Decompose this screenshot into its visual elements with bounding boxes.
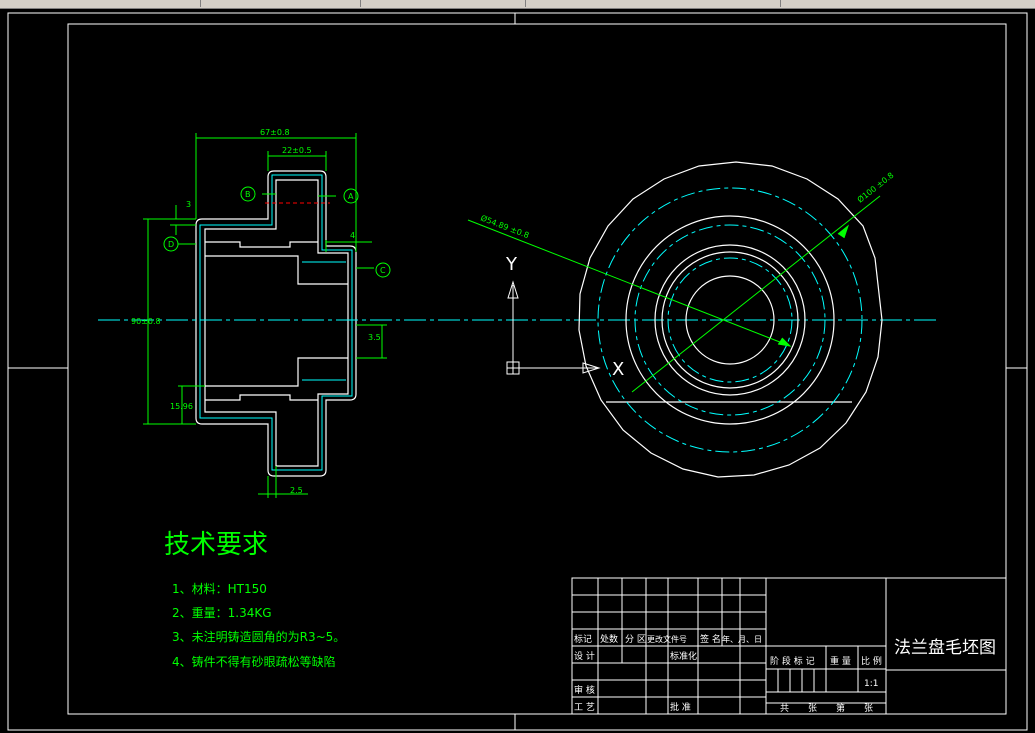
dim-dia-small: Ø54.89 ±0.8: [479, 213, 530, 241]
tb-scale-header: 比 例: [861, 655, 882, 667]
tb-scale-value: 1:1: [864, 679, 878, 689]
datum-b-label: B: [245, 190, 251, 199]
tech-requirement-2: 2、重量：1.34KG: [172, 606, 272, 620]
dim-3-5: 3.5: [368, 333, 381, 342]
section-outline: [195, 170, 357, 477]
tech-requirement-3: 3、未注明铸造圆角的为R3~5。: [172, 629, 345, 644]
tech-requirements-heading: 技术要求: [164, 530, 268, 560]
tb-weight-header: 重 量: [830, 655, 851, 667]
tb-review: 审 核: [574, 684, 595, 696]
tb-design: 设 计: [574, 650, 595, 662]
tb-sheet-total-suffix: 张: [808, 703, 817, 714]
tb-stage-header: 阶 段 标 记: [770, 655, 815, 667]
toolbar-segment[interactable]: [525, 0, 781, 7]
tb-sheet-no-prefix: 第: [836, 702, 845, 714]
tb-approve: 批 准: [670, 701, 691, 713]
dim-2-5: 2.5: [290, 486, 303, 495]
tech-requirements: 技术要求 1、材料：HT150 2、重量：1.34KG 3、未注明铸造圆角的为R…: [164, 530, 345, 669]
datum-c-label: C: [380, 266, 386, 275]
tb-header-count: 处数: [600, 633, 618, 645]
datum-d-label: D: [168, 240, 174, 249]
dia-small-leader: [467, 219, 791, 347]
y-axis-label: Y: [505, 254, 518, 275]
tb-header-zone: 分 区: [625, 634, 646, 645]
dimension-lines: [143, 133, 387, 498]
dia-large-leader: [631, 195, 881, 393]
tb-standardize: 标准化: [670, 650, 697, 662]
dim-15-96: 15.96: [170, 402, 193, 411]
tb-header-mark: 标记: [574, 633, 592, 645]
datum-a-label: A: [348, 192, 354, 201]
dim-height: 90±0.8: [131, 317, 161, 326]
x-axis-label: X: [612, 359, 624, 380]
dim-overall-width: 67±0.8: [260, 128, 290, 137]
toolbar-segment[interactable]: [200, 0, 361, 7]
toolbar-segment[interactable]: [360, 0, 526, 7]
tech-requirement-1: 1、材料：HT150: [172, 582, 267, 596]
cad-drawing-canvas[interactable]: B A D C 67±0.8 22±0.5 90±0.8 3 4 3.5 15.…: [0, 8, 1035, 733]
tb-process: 工 艺: [574, 702, 595, 713]
tb-header-date: 年、月、日: [722, 634, 762, 644]
tb-sheet-total-prefix: 共: [780, 703, 789, 714]
drawing-title: 法兰盘毛坯图: [894, 638, 996, 658]
tech-requirement-4: 4、铸件不得有砂眼疏松等缺陷: [172, 654, 336, 669]
dim-hub-width: 22±0.5: [282, 146, 312, 155]
dim-4: 4: [350, 231, 355, 240]
tb-sheet-no-suffix: 张: [864, 703, 873, 714]
tb-header-change-doc: 更改文件号: [647, 634, 687, 644]
sheet-frame: [7, 12, 1028, 731]
tb-header-signature: 签 名: [700, 633, 721, 645]
toolbar-segment[interactable]: [0, 0, 201, 7]
dim-3: 3: [186, 200, 191, 209]
